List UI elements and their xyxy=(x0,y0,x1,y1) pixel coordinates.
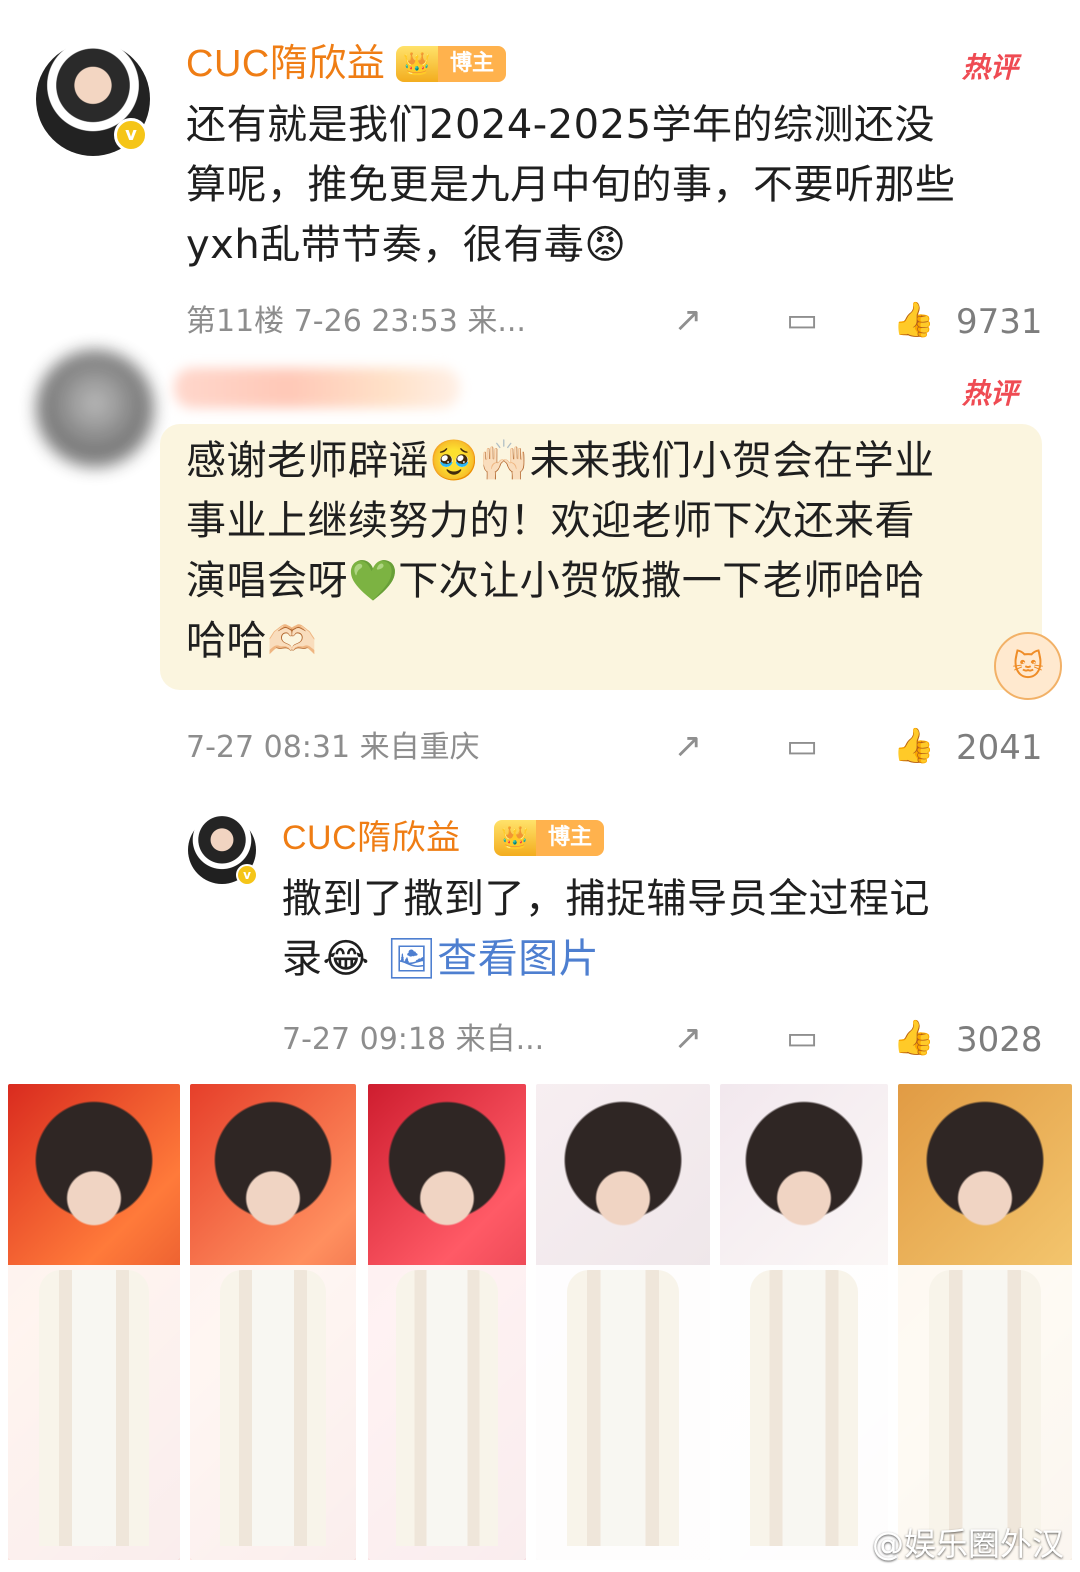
comment-meta: 7-27 08:31 来自重庆 xyxy=(186,730,480,765)
concert-photo[interactable] xyxy=(898,1084,1072,1560)
share-icon[interactable]: ↗ xyxy=(664,1018,712,1058)
verified-badge-icon: v xyxy=(236,864,258,886)
concert-photo[interactable] xyxy=(536,1084,710,1560)
share-icon[interactable]: ↗ xyxy=(664,726,712,766)
comment-text-line: 演唱会呀💚下次让小贺饭撒一下老师哈哈 xyxy=(186,558,925,604)
cat-sticker-icon: 🐱 xyxy=(994,632,1062,700)
like-icon[interactable]: 👍 xyxy=(890,726,938,766)
like-icon[interactable]: 👍 xyxy=(890,300,938,340)
watermark: @娱乐圈外汉 xyxy=(871,1525,1064,1563)
hot-comment-badge: 热评 xyxy=(962,52,1019,83)
username-cuc-suixinyi[interactable]: CUC隋欣益 xyxy=(282,818,461,858)
comment-text-line: 算呢，推免更是九月中旬的事，不要听那些 xyxy=(186,162,956,208)
hot-comment-badge: 热评 xyxy=(962,378,1019,409)
concert-photo[interactable] xyxy=(368,1084,526,1560)
concert-photo[interactable] xyxy=(190,1084,356,1560)
share-icon[interactable]: ↗ xyxy=(664,300,712,340)
comment-meta: 第11楼 7-26 23:53 来... xyxy=(186,304,526,339)
concert-photo[interactable] xyxy=(720,1084,888,1560)
crown-icon: 👑 xyxy=(396,46,438,82)
comment-text-line: 还有就是我们2024-2025学年的综测还没 xyxy=(186,102,936,148)
blurred-avatar[interactable] xyxy=(36,350,154,468)
verified-badge-icon: v xyxy=(114,118,148,152)
blogger-tag: 👑 博主 xyxy=(494,820,605,856)
blogger-tag-label: 博主 xyxy=(536,820,605,856)
comment-text-line: 录😂 xyxy=(282,936,370,982)
comment-icon[interactable]: ▭ xyxy=(778,726,826,766)
comment-text-line: 事业上继续努力的！欢迎老师下次还来看 xyxy=(186,498,915,544)
crown-icon: 👑 xyxy=(494,820,536,856)
comment-text-line: 撒到了撒到了，捕捉辅导员全过程记 xyxy=(282,876,930,922)
like-count: 2041 xyxy=(956,728,1043,768)
comment-icon[interactable]: ▭ xyxy=(778,1018,826,1058)
concert-photo[interactable] xyxy=(8,1084,180,1560)
blogger-tag-label: 博主 xyxy=(438,46,507,82)
blogger-tag: 👑 博主 xyxy=(396,46,507,82)
comment-text-line: 感谢老师辟谣🥹🙌🏻未来我们小贺会在学业 xyxy=(186,438,935,484)
comment-text-line: 哈哈🫶🏻 xyxy=(186,618,318,664)
like-count: 9731 xyxy=(956,302,1043,342)
blurred-username xyxy=(174,368,460,408)
username-cuc-suixinyi[interactable]: CUC隋欣益 xyxy=(186,42,385,86)
comment-text-line: yxh乱带节奏，很有毒😡 xyxy=(186,222,627,268)
like-icon[interactable]: 👍 xyxy=(890,1018,938,1058)
comment-meta: 7-27 09:18 来自... xyxy=(282,1022,545,1057)
like-count: 3028 xyxy=(956,1020,1043,1060)
view-image-link[interactable]: 🖼查看图片 xyxy=(386,928,599,990)
comment-icon[interactable]: ▭ xyxy=(778,300,826,340)
